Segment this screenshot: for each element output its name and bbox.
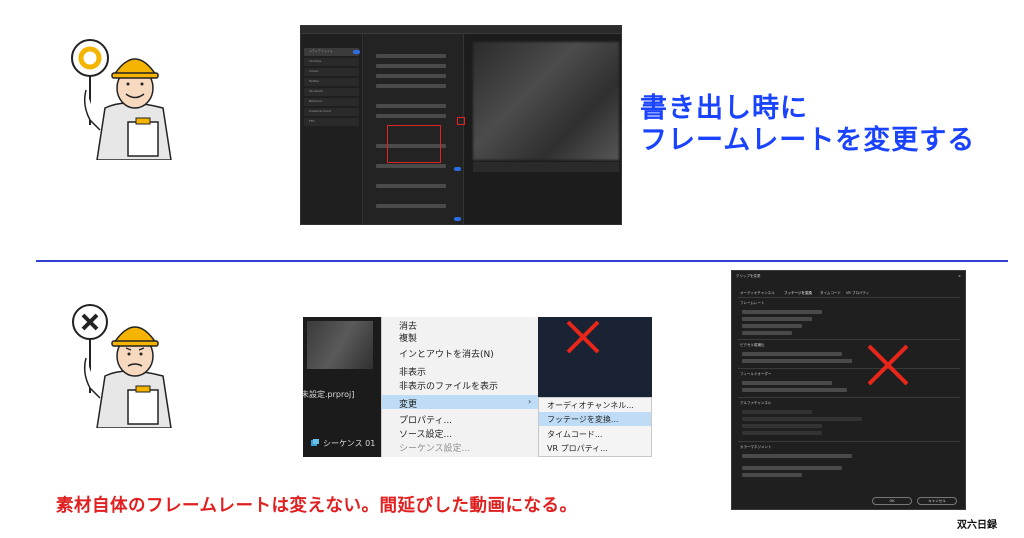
export-settings-screenshot: メディアファイル YouTube Vimeo Twitter Facebook … [300,25,622,225]
menu-item-sequence-settings[interactable]: シーケンス設定... [399,441,470,454]
setting-row[interactable] [376,204,446,208]
sidebar-item-creative-cloud[interactable]: Creative Cloud [309,109,331,113]
sidebar-item-youtube[interactable]: YouTube [309,59,321,63]
submenu-item-timecode[interactable]: タイムコード... [547,429,602,440]
menu-item-modify[interactable]: 変更 [399,397,417,410]
tab-underline [738,297,960,298]
sidebar-item-facebook[interactable]: Facebook [309,89,323,93]
export-topbar [301,26,621,34]
export-preview-column [465,34,621,224]
section-color: カラーマネジメント [740,445,772,449]
section-pixel-aspect: ピクセル縦横比 [740,343,765,347]
sidebar-item-twitter[interactable]: Twitter [309,79,319,83]
modify-submenu: オーディオチャンネル... フッテージを変換... タイムコード... VR プ… [538,397,652,457]
option-row[interactable] [742,381,832,385]
section-line [738,397,960,398]
submenu-item-audio-channels[interactable]: オーディオチャンネル... [547,400,634,411]
option-row[interactable] [742,388,847,392]
tab-interpret-footage[interactable]: フッテージを変換 [784,291,812,296]
option-row[interactable] [742,324,802,328]
helmet-worker-good-icon [71,39,172,160]
video-preview [473,42,619,160]
setting-row[interactable] [376,64,446,68]
red-cross-icon [566,320,600,354]
option-row[interactable] [742,410,812,414]
warning-text: 素材自体のフレームレートは変えない。間延びした動画になる。 [56,496,578,516]
cancel-button[interactable]: キャンセル [917,497,957,505]
section-alpha: アルファチャンネル [740,401,772,405]
submenu-item-vr-properties[interactable]: VR プロパティ... [547,443,608,454]
frame-rate-dropdown-highlight [387,125,441,163]
setting-row[interactable] [376,74,446,78]
option-row[interactable] [742,331,792,335]
project-file-label: 未設定.prproj] [303,390,355,399]
close-icon[interactable]: × [958,274,961,278]
setting-row[interactable] [376,164,446,168]
context-menu: 消去 複製 インとアウトを消去(N) 非表示 非表示のファイルを表示 変更 › … [381,317,539,457]
option-row[interactable] [742,417,862,421]
option-row[interactable] [742,359,852,363]
title-line-2: フレームレートを変更する [640,125,976,156]
helmet-worker-bad-icon [72,304,172,428]
toggle-switch[interactable] [454,217,461,221]
brand-label: 双六日録 [957,520,997,531]
option-row[interactable] [742,431,822,435]
option-row[interactable] [742,352,842,356]
option-row[interactable] [742,466,842,470]
setting-row[interactable] [376,54,446,58]
page-title: 書き出し時に フレームレートを変更する [640,93,975,157]
section-frame-rate: フレームレート [740,301,765,305]
tab-vr-properties[interactable]: VR プロパティ [846,291,869,296]
dialog-title: クリップを変更 [736,274,761,278]
submenu-item-interpret-footage[interactable]: フッテージを変換... [547,414,618,425]
sidebar-item-ftp[interactable]: FTP [309,119,314,123]
section-line [738,441,960,442]
export-sidebar: メディアファイル YouTube Vimeo Twitter Facebook … [301,34,363,224]
menu-item-hide[interactable]: 非表示 [399,365,426,378]
setting-row[interactable] [376,184,446,188]
menu-item-clear-in-out[interactable]: インとアウトを消去(N) [399,347,494,360]
option-row[interactable] [742,424,822,428]
sidebar-item-vimeo[interactable]: Vimeo [309,69,318,73]
clip-thumbnail [307,321,373,369]
toggle-switch[interactable] [454,167,461,171]
ok-button[interactable]: OK [872,497,912,505]
project-panel: 未設定.prproj] シーケンス 01 [303,317,381,457]
menu-item-show-hidden[interactable]: 非表示のファイルを表示 [399,379,498,392]
frame-rate-lock-highlight [457,117,465,125]
menu-item-properties[interactable]: プロパティ... [399,413,452,426]
sidebar-item-media-file[interactable]: メディアファイル [309,49,333,53]
section-line [738,339,960,340]
option-row[interactable] [742,473,802,477]
section-divider [36,260,1008,262]
toggle-switch[interactable] [353,50,360,54]
submenu-arrow-icon: › [528,397,532,406]
option-row[interactable] [742,317,812,321]
context-menu-screenshot: 未設定.prproj] シーケンス 01 消去 複製 インとアウトを消去(N) … [303,317,652,457]
menu-item-source-settings[interactable]: ソース設定... [399,427,452,440]
sequence-icon [311,439,319,446]
tab-audio-channels[interactable]: オーディオチャンネル [740,291,775,296]
tab-timecode[interactable]: タイムコード [820,291,841,296]
option-row[interactable] [742,310,822,314]
section-field-order: フィールドオーダー [740,372,772,376]
sidebar-item-behance[interactable]: Behance [309,99,322,103]
menu-item-duplicate[interactable]: 複製 [399,331,417,344]
setting-row[interactable] [376,84,446,88]
red-cross-icon [867,344,909,386]
setting-row[interactable] [376,114,446,118]
title-line-1: 書き出し時に [640,93,808,124]
option-row[interactable] [742,454,852,458]
setting-row[interactable] [376,104,446,108]
modify-clip-dialog: クリップを変更 × オーディオチャンネル フッテージを変換 タイムコード VR … [731,270,966,510]
preview-timeline[interactable] [473,162,619,172]
sequence-label[interactable]: シーケンス 01 [323,438,375,449]
section-line [738,368,960,369]
